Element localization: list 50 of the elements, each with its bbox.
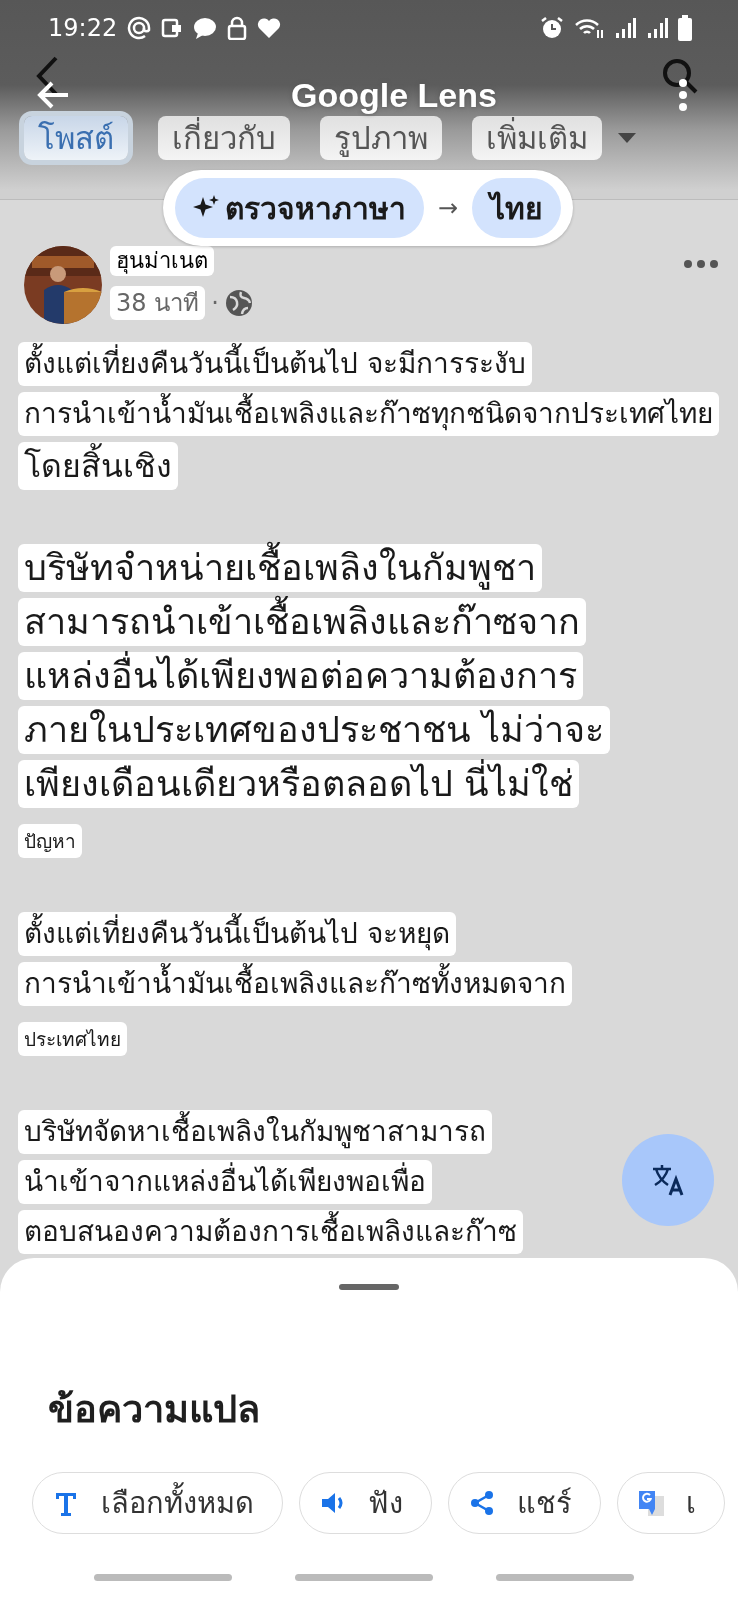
action-chip[interactable]: แชร์ <box>448 1472 601 1534</box>
translated-text: นำเข้าจากแหล่งอื่นได้เพียงพอเพื่อ <box>18 1160 432 1204</box>
sheet-title: ข้อความแปล <box>48 1386 261 1433</box>
author-name[interactable]: ฮุนม่าเนต <box>110 246 214 276</box>
translated-text: ภายในประเทศของประชาชน ไม่ว่าจะ <box>18 706 611 754</box>
translated-text: ตั้งแต่เที่ยงคืนวันนี้เป็นต้นไป จะหยุด <box>18 912 456 956</box>
drag-handle[interactable] <box>339 1284 399 1290</box>
translated-text: การนำเข้าน้ำมันเชื้อเพลิงและก๊าซทุกชนิดจากประเทศไทย <box>18 392 719 436</box>
heart-icon <box>257 17 282 39</box>
status-time: 19:22 <box>48 14 118 42</box>
tab[interactable]: รูปภาพ <box>320 116 442 160</box>
app-title: Google Lens <box>291 76 497 114</box>
text-icon <box>53 1490 79 1516</box>
post-time: 38 นาที <box>110 286 206 320</box>
back-arrow-icon[interactable] <box>36 80 70 110</box>
translated-text: ประเทศไทย <box>18 1022 127 1056</box>
signal-icon <box>646 16 668 40</box>
translated-text: ตอบสนองความต้องการเชื้อเพลิงและก๊าซ <box>18 1210 523 1254</box>
notification-icon <box>161 17 184 39</box>
battery-icon <box>678 15 692 41</box>
chat-bubble-icon <box>193 17 218 39</box>
caret-icon[interactable] <box>616 131 638 145</box>
translate-icon <box>651 1163 685 1197</box>
lock-icon <box>227 16 248 40</box>
translated-text: ปัญหา <box>18 824 82 858</box>
at-sign-icon <box>127 16 152 40</box>
source-language-button[interactable]: ตรวจหาภาษา <box>175 178 424 238</box>
translated-text: แหล่งอื่นได้เพียงพอต่อความต้องการ <box>18 652 583 700</box>
translated-text: ตั้งแต่เที่ยงคืนวันนี้เป็นต้นไป จะมีการระงับ <box>18 342 532 386</box>
more-icon[interactable] <box>678 78 688 112</box>
tab[interactable]: เพิ่มเติม <box>472 116 602 160</box>
translated-text: โดยสิ้นเชิง <box>18 442 178 490</box>
alarm-icon <box>540 16 564 40</box>
tab[interactable]: เกี่ยวกับ <box>158 116 290 160</box>
action-chip[interactable]: เ <box>617 1472 725 1534</box>
share-icon <box>469 1490 495 1516</box>
translated-text: การนำเข้าน้ำมันเชื้อเพลิงและก๊าซทั้งหมดจาก <box>18 962 572 1006</box>
signal-icon <box>614 16 636 40</box>
chevron-left-icon[interactable] <box>36 56 58 96</box>
separator: · <box>211 288 219 319</box>
arrow: → <box>438 194 459 222</box>
wifi-icon <box>574 16 604 40</box>
action-chip[interactable]: เลือกทั้งหมด <box>32 1472 283 1534</box>
translated-text: เพียงเดือนเดียวหรือตลอดไป นี่ไม่ใช่ <box>18 760 580 808</box>
action-chip[interactable]: ฟัง <box>299 1472 432 1534</box>
search-icon[interactable] <box>662 58 698 94</box>
translate-app-icon <box>638 1490 664 1516</box>
target-language-button[interactable]: ไทย <box>472 178 562 238</box>
translated-text: บริษัทจัดหาเชื้อเพลิงในกัมพูชาสามารถ <box>18 1110 492 1154</box>
globe-icon <box>224 289 253 317</box>
